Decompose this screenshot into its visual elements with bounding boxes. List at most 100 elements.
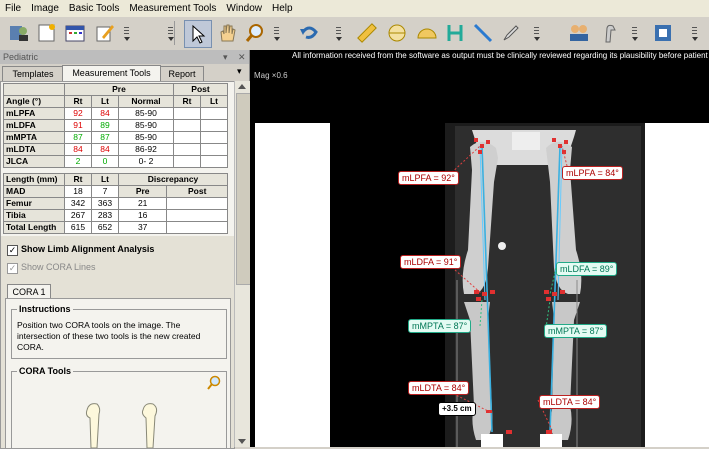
ruler-icon[interactable] xyxy=(354,20,380,46)
magnification-label: Mag ×0.6 xyxy=(254,71,288,80)
h-tool-icon[interactable] xyxy=(442,20,468,46)
circle-tool-icon[interactable] xyxy=(384,20,410,46)
column-header: Post xyxy=(166,185,228,198)
tabs-menu-icon[interactable]: ▾ xyxy=(237,66,242,77)
panel-scrollbar[interactable] xyxy=(234,81,251,447)
patient-icon[interactable] xyxy=(6,20,32,46)
table-row: mLPFA 92 84 85-90 xyxy=(3,107,228,120)
row-label: Total Length xyxy=(3,221,65,234)
mldfa-left-label[interactable]: mLDFA = 89° xyxy=(556,262,618,276)
cell-rt: 2 xyxy=(64,155,92,168)
row-label: mLPFA xyxy=(3,107,65,120)
menu-window[interactable]: Window xyxy=(221,0,267,17)
mmpta-right-label[interactable]: mMPTA = 87° xyxy=(408,319,472,333)
cell-post-lt[interactable] xyxy=(200,131,228,144)
cell-post-rt[interactable] xyxy=(173,131,201,144)
mmpta-left-label[interactable]: mMPTA = 87° xyxy=(544,324,608,338)
toolbar-dropdown[interactable] xyxy=(532,20,541,46)
cell-normal: 86-92 xyxy=(118,143,174,156)
measurement-panel: Pediatric ▾ ✕ Templates Measurement Tool… xyxy=(0,50,251,449)
pre-header: Pre xyxy=(64,83,174,96)
zoom-icon[interactable] xyxy=(242,20,268,46)
users-icon[interactable] xyxy=(566,20,592,46)
hand-icon[interactable] xyxy=(214,20,240,46)
column-header: Rt xyxy=(173,95,201,108)
new-image-icon[interactable] xyxy=(34,20,60,46)
cora-bone-tool-icon[interactable] xyxy=(83,400,163,448)
offset-label[interactable]: +3.5 cm xyxy=(438,402,476,416)
protractor-icon[interactable] xyxy=(414,20,440,46)
instructions-title: Instructions xyxy=(17,304,73,314)
tab-report[interactable]: Report xyxy=(160,66,204,81)
column-header: Discrepancy xyxy=(118,173,228,186)
edit-icon[interactable] xyxy=(92,20,118,46)
menu-help[interactable]: Help xyxy=(267,0,298,17)
cell-lt: 89 xyxy=(91,119,119,132)
pin-icon[interactable]: ▾ xyxy=(220,50,228,64)
scrollbar-thumb[interactable] xyxy=(236,93,251,285)
cell-post xyxy=(166,197,228,210)
cell-lt: 0 xyxy=(91,155,119,168)
show-limb-alignment-checkbox[interactable]: ✓ xyxy=(7,245,18,256)
cell-post-rt[interactable] xyxy=(173,119,201,132)
cell-post-rt[interactable] xyxy=(173,155,201,168)
menu-basic-tools[interactable]: Basic Tools xyxy=(64,0,124,17)
cell-rt: 342 xyxy=(64,197,92,210)
menu-measurement-tools[interactable]: Measurement Tools xyxy=(124,0,221,17)
cell-rt: 615 xyxy=(64,221,92,234)
table-row: mMPTA 87 87 85-90 xyxy=(3,131,228,144)
toolbar-dropdown[interactable] xyxy=(690,20,699,46)
cell-rt: 91 xyxy=(64,119,92,132)
column-header: Lt xyxy=(200,95,228,108)
row-label: mLDTA xyxy=(3,143,65,156)
show-cora-lines-label: Show CORA Lines xyxy=(21,262,96,272)
menu-bar: File Image Basic Tools Measurement Tools… xyxy=(0,0,709,17)
toolbar-dropdown[interactable] xyxy=(166,20,175,46)
show-cora-lines-checkbox[interactable]: ✓ xyxy=(7,263,18,274)
toolbar-dropdown[interactable] xyxy=(630,20,639,46)
close-icon[interactable]: ✕ xyxy=(235,50,246,64)
column-header: Lt xyxy=(91,173,119,186)
cell-normal: 0- 2 xyxy=(118,155,174,168)
mldfa-right-label[interactable]: mLDFA = 91° xyxy=(400,255,462,269)
column-header: Pre xyxy=(117,185,168,198)
table-row: mLDFA 91 89 85-90 xyxy=(3,119,228,132)
cell-post-rt[interactable] xyxy=(173,107,201,120)
cell-normal: 85-90 xyxy=(118,119,174,132)
menu-image[interactable]: Image xyxy=(26,0,64,17)
mldta-right-label[interactable]: mLDTA = 84° xyxy=(408,381,470,395)
cell-post-lt[interactable] xyxy=(200,155,228,168)
cell-post-lt[interactable] xyxy=(200,107,228,120)
tab-cora-1[interactable]: CORA 1 xyxy=(7,284,51,299)
cell-lt: 87 xyxy=(91,131,119,144)
column-header: Rt xyxy=(64,173,92,186)
menu-file[interactable]: File xyxy=(0,0,26,17)
undo-icon[interactable] xyxy=(296,20,322,46)
panel-tabs: Templates Measurement Tools Report ▾ xyxy=(0,65,249,82)
calendar-icon[interactable] xyxy=(62,20,88,46)
export-icon[interactable] xyxy=(650,20,676,46)
tab-measurement-tools[interactable]: Measurement Tools xyxy=(62,65,161,82)
mldta-left-label[interactable]: mLDTA = 84° xyxy=(539,395,601,409)
image-viewer[interactable]: mLPFA = 92° mLPFA = 84° mLDFA = 91° mLDF… xyxy=(250,50,709,447)
mlpfa-right-label[interactable]: mLPFA = 92° xyxy=(398,171,459,185)
pointer-icon[interactable] xyxy=(184,20,212,48)
column-header: Angle (°) xyxy=(3,95,65,108)
toolbar-dropdown[interactable] xyxy=(334,20,343,46)
search-icon[interactable] xyxy=(206,375,222,394)
cell-post-lt[interactable] xyxy=(200,119,228,132)
cell-post-lt[interactable] xyxy=(200,143,228,156)
line-tool-icon[interactable] xyxy=(470,20,496,46)
cell-post-rt[interactable] xyxy=(173,143,201,156)
length-table: Length (mm) Rt Lt Discrepancy MAD 18 7 P… xyxy=(3,173,228,234)
tab-templates[interactable]: Templates xyxy=(2,66,64,81)
mlpfa-left-label[interactable]: mLPFA = 84° xyxy=(562,166,623,180)
cell-pre: 21 xyxy=(117,197,168,210)
implant-icon[interactable] xyxy=(596,20,622,46)
toolbar-dropdown[interactable] xyxy=(122,20,131,46)
column-header: Lt xyxy=(91,95,119,108)
toolbar-dropdown[interactable] xyxy=(272,20,281,46)
pen-tool-icon[interactable] xyxy=(498,20,524,46)
table-row: MAD 18 7 Pre Post xyxy=(3,185,228,198)
row-label: Tibia xyxy=(3,209,65,222)
